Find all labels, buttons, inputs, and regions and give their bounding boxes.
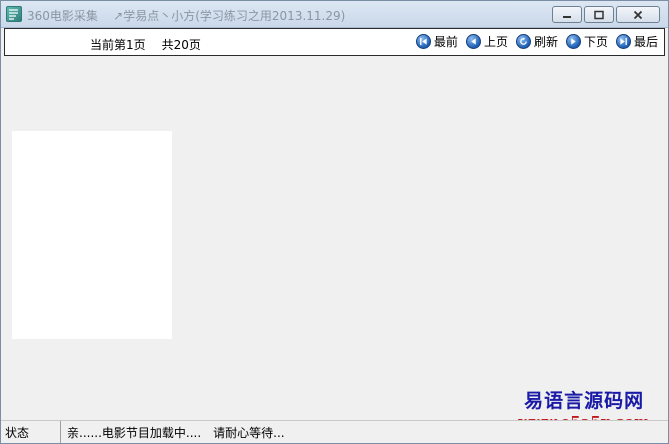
total-pages-label: 共20页 <box>161 38 201 52</box>
last-page-icon <box>615 34 631 49</box>
window-title: 360电影采集 ↗学易点丶小方(学习练习之用2013.11.29) <box>27 7 345 24</box>
previous-page-icon <box>465 34 481 49</box>
pager-toolbar: 当前第1页 共20页 最前 上页 刷新 下页 最后 <box>4 28 665 56</box>
first-page-button[interactable]: 最前 <box>415 33 458 50</box>
status-message: 亲......电影节目加载中.... 请耐心等待... <box>61 424 297 441</box>
current-page-label: 当前第1页 <box>90 38 146 52</box>
status-loading-text: 亲......电影节目加载中.... <box>67 425 202 440</box>
first-page-label: 最前 <box>433 35 458 49</box>
window-title-name: 360电影采集 <box>27 9 98 23</box>
window-title-subtitle: ↗学易点丶小方(学习练习之用2013.11.29) <box>113 9 346 23</box>
app-icon <box>6 6 22 22</box>
window-controls <box>552 6 660 23</box>
watermark-chinese: 易语言源码网 <box>524 390 645 412</box>
next-page-icon <box>565 34 581 49</box>
refresh-icon <box>515 34 531 49</box>
minimize-button[interactable] <box>552 6 582 23</box>
maximize-icon <box>594 10 604 19</box>
status-label: 状态 <box>1 421 61 443</box>
minimize-icon <box>563 15 571 18</box>
close-button[interactable] <box>616 6 660 23</box>
status-bar: 状态 亲......电影节目加载中.... 请耐心等待... <box>1 420 668 443</box>
first-page-icon <box>415 34 431 49</box>
status-hint-text: 请耐心等待... <box>213 425 285 440</box>
next-page-label: 下页 <box>583 35 608 49</box>
last-page-button[interactable]: 最后 <box>615 33 658 50</box>
previous-page-label: 上页 <box>483 35 508 49</box>
refresh-label: 刷新 <box>533 35 558 49</box>
title-bar[interactable]: 360电影采集 ↗学易点丶小方(学习练习之用2013.11.29) <box>1 1 668 28</box>
app-window: 360电影采集 ↗学易点丶小方(学习练习之用2013.11.29) 当前第1页 共… <box>0 0 669 444</box>
maximize-button[interactable] <box>584 6 614 23</box>
next-page-button[interactable]: 下页 <box>565 33 608 50</box>
close-icon <box>633 10 643 19</box>
last-page-label: 最后 <box>633 35 658 49</box>
refresh-button[interactable]: 刷新 <box>515 33 558 50</box>
page-info: 当前第1页 共20页 <box>90 36 217 53</box>
movie-list-area <box>4 57 665 419</box>
movie-poster-panel[interactable] <box>12 131 172 339</box>
previous-page-button[interactable]: 上页 <box>465 33 508 50</box>
pager-buttons: 最前 上页 刷新 下页 最后 <box>415 33 658 50</box>
